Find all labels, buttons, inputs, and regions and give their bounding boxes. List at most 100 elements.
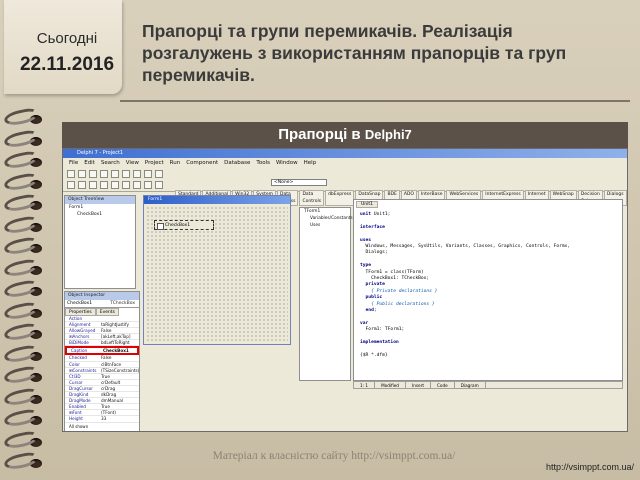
menu-item[interactable]: Window xyxy=(276,158,298,168)
ring-wire xyxy=(2,257,40,278)
explorer-item[interactable]: Uses xyxy=(300,222,350,229)
section-header-text: Прапорці в xyxy=(278,126,365,143)
menu-item[interactable]: File xyxy=(69,158,78,168)
property-value[interactable]: CheckBox1 xyxy=(101,348,137,353)
treeview-title: Object TreeView xyxy=(65,196,135,204)
property-row[interactable]: Caption CheckBox1 xyxy=(65,346,139,356)
inspector-title: Object Inspector xyxy=(65,292,139,300)
property-name: Color xyxy=(69,361,80,367)
toolbar-button-icon[interactable] xyxy=(155,170,163,178)
ring-wire xyxy=(2,343,40,364)
menu-item[interactable]: Help xyxy=(304,158,317,168)
palette-tab[interactable]: Data Controls xyxy=(299,190,325,206)
property-value[interactable]: True xyxy=(99,374,139,379)
menu-item[interactable]: Component xyxy=(186,158,218,168)
toolbar-button-icon[interactable] xyxy=(133,181,141,189)
code-token: { Public declarations } xyxy=(360,301,435,307)
desktop-combo[interactable]: <None> xyxy=(271,179,327,186)
toolbar-button-icon[interactable] xyxy=(89,170,97,178)
toolbar-button-icon[interactable] xyxy=(122,170,130,178)
property-value[interactable]: dkDrag xyxy=(99,392,139,397)
code-token: { Private declarations } xyxy=(360,288,438,294)
inspector-object-type: TCheckBox xyxy=(110,301,135,306)
slide-title: Прапорці та групи перемикачів. Реалізаці… xyxy=(142,21,567,85)
binder-ring xyxy=(2,128,50,152)
form-grid[interactable]: CheckBox1 xyxy=(146,206,288,342)
inspector-object-combo[interactable]: CheckBox1 TCheckBox xyxy=(65,300,139,308)
property-value[interactable]: (TFont) xyxy=(99,410,139,415)
property-value[interactable]: dmManual xyxy=(99,398,139,403)
explorer-item[interactable]: TForm1 xyxy=(300,208,350,215)
toolbar-button-icon[interactable] xyxy=(122,181,130,189)
inspector-tab[interactable]: Events xyxy=(95,308,119,316)
menu-item[interactable]: Search xyxy=(101,158,120,168)
code-token: Dialogs; xyxy=(360,250,388,256)
toolbar-button-icon[interactable] xyxy=(144,181,152,189)
toolbar-button-icon[interactable] xyxy=(67,181,75,189)
binder-ring xyxy=(2,364,50,388)
treeview-item[interactable]: CheckBox1 xyxy=(65,211,135,218)
ring-wire xyxy=(2,106,40,128)
ring-wire xyxy=(2,300,40,321)
toolbar-button-icon[interactable] xyxy=(100,181,108,189)
menu-item[interactable]: View xyxy=(126,158,139,168)
palette-tab[interactable]: dbExpress xyxy=(325,190,355,206)
property-name: DragMode xyxy=(69,398,91,404)
treeview-item[interactable]: Form1 xyxy=(65,204,135,211)
menu-item[interactable]: Edit xyxy=(84,158,95,168)
code-token: end xyxy=(360,308,374,314)
property-value[interactable] xyxy=(99,316,139,321)
code-token: CheckBox1: TCheckBox; xyxy=(360,276,430,282)
section-header: Прапорці в Delphi7 xyxy=(62,122,628,148)
code-editor[interactable]: Unit1 unit Unit1; interface uses Windows… xyxy=(353,199,623,381)
property-value[interactable]: [akLeft,akTop] xyxy=(99,334,139,339)
code-token: public xyxy=(360,295,383,301)
toolbar-button-icon[interactable] xyxy=(155,181,163,189)
checkbox-component[interactable]: CheckBox1 xyxy=(154,220,214,230)
code-token: uses xyxy=(360,237,372,243)
menu-item[interactable]: Project xyxy=(145,158,164,168)
property-value[interactable]: crDefault xyxy=(99,380,139,385)
ring-wire xyxy=(2,235,40,257)
property-value[interactable]: False xyxy=(99,328,139,333)
property-name: Enabled xyxy=(69,404,86,410)
property-value[interactable]: False xyxy=(99,355,139,360)
property-name: ⊞Constraints xyxy=(69,367,97,373)
property-name: Caption xyxy=(71,348,88,354)
ring-wire xyxy=(2,321,40,343)
property-value[interactable]: crDrag xyxy=(99,386,139,391)
toolbar-button-icon[interactable] xyxy=(67,170,75,178)
property-value[interactable]: 33 xyxy=(99,416,139,421)
property-value[interactable]: (TSizeConstraints) xyxy=(99,368,139,373)
date-tab: Сьогодні 22.11.2016 xyxy=(4,0,122,94)
menu-item[interactable]: Tools xyxy=(256,158,270,168)
menu-item[interactable]: Database xyxy=(224,158,250,168)
toolbar-button-icon[interactable] xyxy=(100,170,108,178)
property-name: BiDiMode xyxy=(69,340,89,346)
ring-wire xyxy=(2,214,40,235)
toolbar-button-icon[interactable] xyxy=(78,170,86,178)
toolbar-button-icon[interactable] xyxy=(111,170,119,178)
binder-ring xyxy=(2,407,50,431)
toolbar-button-icon[interactable] xyxy=(133,170,141,178)
property-name: Alignment xyxy=(69,322,91,328)
menu-item[interactable]: Run xyxy=(170,158,181,168)
binder-ring xyxy=(2,106,50,130)
property-value[interactable]: taRightJustify xyxy=(99,322,139,327)
code-token: Form1: TForm1; xyxy=(360,327,405,333)
toolbar-button-icon[interactable] xyxy=(78,181,86,189)
property-value[interactable]: bdLeftToRight xyxy=(99,340,139,345)
explorer-item[interactable]: Variables/Constants xyxy=(300,215,353,222)
ring-wire xyxy=(2,192,40,214)
ring-wire xyxy=(2,278,40,300)
footer-url[interactable]: http://vsimppt.com.ua/ xyxy=(520,462,638,472)
toolbar-button-icon[interactable] xyxy=(111,181,119,189)
inspector-tab[interactable]: Properties xyxy=(65,308,96,316)
toolbar-button-icon[interactable] xyxy=(144,170,152,178)
binder-ring xyxy=(2,278,50,302)
binder-ring xyxy=(2,343,50,367)
toolbar-button-icon[interactable] xyxy=(89,181,97,189)
editor-tab[interactable]: Unit1 xyxy=(356,201,379,208)
property-value[interactable]: True xyxy=(99,404,139,409)
property-value[interactable]: clBtnFace xyxy=(99,362,139,367)
